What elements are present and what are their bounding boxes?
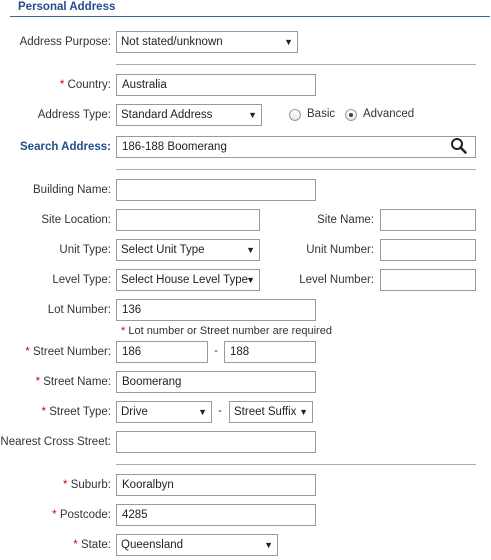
unit-number-label: Unit Number:: [306, 244, 374, 256]
street-suffix-select[interactable]: Street Suffix ▼: [229, 401, 313, 423]
country-input[interactable]: Australia: [116, 74, 316, 96]
street-type-label: * Street Type:: [42, 405, 111, 419]
address-type-select[interactable]: Standard Address ▼: [116, 104, 262, 126]
street-number-label: * Street Number:: [25, 345, 111, 359]
required-marker: *: [73, 539, 78, 551]
street-number-label-text: Street Number:: [33, 346, 111, 358]
chevron-down-icon: ▼: [246, 275, 255, 285]
nearest-cross-street-label: Nearest Cross Street:: [0, 436, 111, 448]
state-label-text: State:: [80, 539, 111, 551]
required-marker: *: [52, 509, 57, 521]
search-address-value: 186-188 Boomerang: [122, 141, 227, 153]
required-marker: *: [121, 325, 126, 337]
lot-number-input[interactable]: 136: [116, 299, 316, 321]
lot-note-text: Lot number or Street number are required: [128, 325, 332, 337]
search-address-label: Search Address:: [20, 141, 111, 153]
section-title: Personal Address: [18, 1, 116, 13]
chevron-down-icon: ▼: [299, 407, 308, 417]
suburb-label: * Suburb:: [63, 478, 111, 492]
state-label: * State:: [73, 538, 111, 552]
street-type-label-text: Street Type:: [49, 406, 111, 418]
address-type-value: Standard Address: [121, 109, 213, 121]
unit-type-value: Select Unit Type: [121, 244, 205, 256]
address-type-label: Address Type:: [37, 109, 111, 121]
street-number-separator: -: [214, 345, 218, 357]
search-address-input[interactable]: 186-188 Boomerang: [116, 136, 476, 158]
street-type-value: Drive: [121, 406, 148, 418]
street-name-input[interactable]: Boomerang: [116, 371, 316, 393]
state-select[interactable]: Queensland ▼: [116, 534, 278, 556]
site-location-input[interactable]: [116, 209, 260, 231]
level-number-label: Level Number:: [299, 274, 374, 286]
required-marker: *: [59, 79, 65, 91]
postcode-label: * Postcode:: [52, 508, 111, 522]
chevron-down-icon: ▼: [248, 110, 257, 120]
street-number-to-input[interactable]: 188: [224, 341, 316, 363]
site-name-input[interactable]: [380, 209, 476, 231]
street-type-separator: -: [218, 405, 222, 417]
street-number-from-input[interactable]: 186: [116, 341, 208, 363]
suburb-label-text: Suburb:: [70, 479, 111, 491]
building-name-input[interactable]: [116, 179, 316, 201]
level-number-input[interactable]: [380, 269, 476, 291]
chevron-down-icon: ▼: [246, 245, 255, 255]
chevron-down-icon: ▼: [264, 540, 273, 550]
street-name-label: * Street Name:: [36, 375, 111, 389]
street-type-select[interactable]: Drive ▼: [116, 401, 212, 423]
address-purpose-select[interactable]: Not stated/unknown ▼: [116, 31, 298, 53]
nearest-cross-street-input[interactable]: [116, 431, 316, 453]
suburb-input[interactable]: Kooralbyn: [116, 474, 316, 496]
required-marker: *: [35, 376, 41, 388]
site-name-label: Site Name:: [317, 214, 374, 226]
country-label-text: Country:: [67, 79, 111, 91]
required-marker: *: [41, 406, 46, 418]
advanced-radio-label: Advanced: [363, 108, 415, 120]
state-value: Queensland: [121, 539, 184, 551]
advanced-radio[interactable]: [345, 109, 357, 121]
basic-radio[interactable]: [289, 109, 301, 121]
level-type-label: Level Type:: [52, 274, 111, 286]
chevron-down-icon: ▼: [198, 407, 207, 417]
unit-type-select[interactable]: Select Unit Type ▼: [116, 239, 260, 261]
postcode-label-text: Postcode:: [59, 509, 111, 521]
country-label: * Country:: [60, 78, 111, 92]
divider: [116, 464, 476, 465]
street-suffix-value: Street Suffix: [234, 406, 297, 418]
required-marker: *: [63, 479, 68, 491]
street-name-label-text: Street Name:: [43, 376, 111, 388]
search-icon[interactable]: [450, 137, 468, 158]
lot-number-note: * Lot number or Street number are requir…: [121, 325, 332, 337]
building-name-label: Building Name:: [33, 184, 111, 196]
site-location-label: Site Location:: [41, 214, 111, 226]
section-title-rule: [10, 16, 490, 17]
divider: [116, 64, 476, 65]
chevron-down-icon: ▼: [284, 37, 293, 47]
address-purpose-label: Address Purpose:: [19, 36, 111, 48]
level-type-select[interactable]: Select House Level Type ▼: [116, 269, 260, 291]
address-purpose-value: Not stated/unknown: [121, 36, 223, 48]
required-marker: *: [25, 346, 30, 358]
basic-radio-label: Basic: [307, 108, 336, 120]
postcode-input[interactable]: 4285: [116, 504, 316, 526]
unit-number-input[interactable]: [380, 239, 476, 261]
divider: [116, 169, 476, 170]
unit-type-label: Unit Type:: [59, 244, 111, 256]
level-type-value: Select House Level Type: [121, 274, 249, 286]
lot-number-label: Lot Number:: [47, 304, 111, 316]
